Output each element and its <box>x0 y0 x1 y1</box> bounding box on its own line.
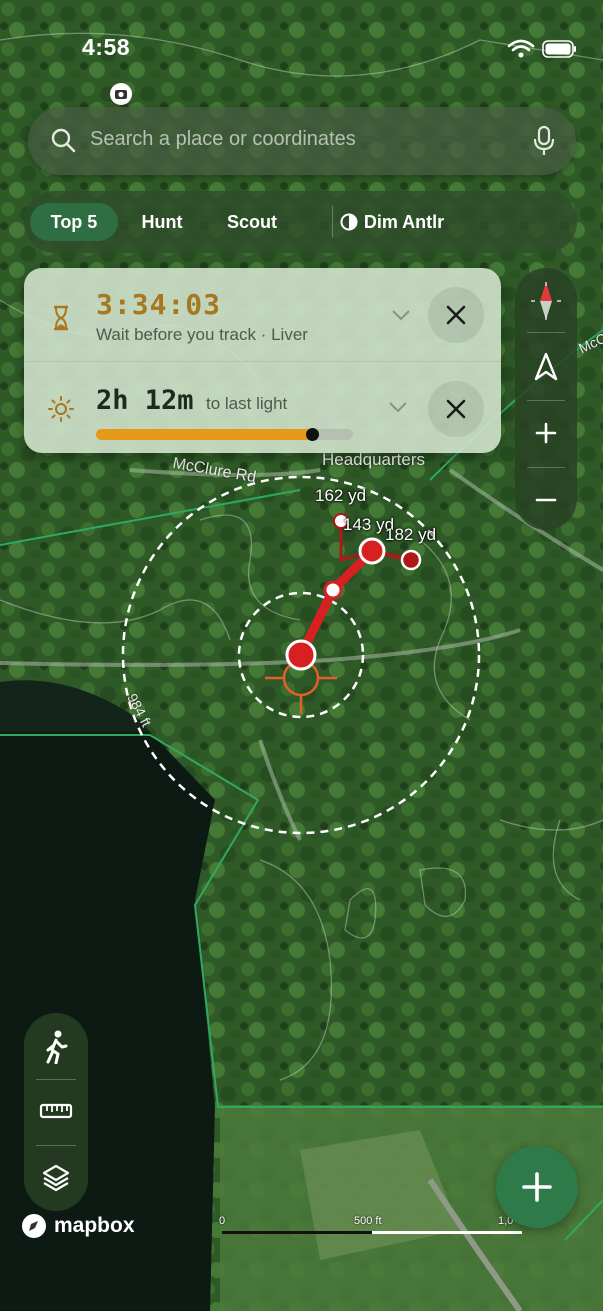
last-light-progress-marker <box>305 428 319 441</box>
scale-start-label: 0 <box>219 1215 226 1227</box>
dismiss-last-light-button[interactable] <box>428 381 484 437</box>
tab-scout[interactable]: Scout <box>210 203 294 241</box>
map-tools <box>24 1013 88 1211</box>
tracking-panel: 3:34:03 Wait before you track · Liver 2h… <box>24 268 501 453</box>
track-waypoint[interactable] <box>400 549 422 571</box>
mapbox-icon <box>22 1214 46 1238</box>
track-distance-label: 182 yd <box>385 525 437 544</box>
search-input[interactable]: Search a place or coordinates <box>90 128 356 151</box>
layers-icon[interactable] <box>41 1163 71 1193</box>
track-distance-label: 162 yd <box>315 486 367 505</box>
status-time: 4:58 <box>82 34 131 60</box>
wifi-icon <box>507 39 535 58</box>
chevron-down-icon[interactable] <box>387 400 409 414</box>
track-waypoint[interactable] <box>323 580 343 600</box>
sun-icon <box>48 396 74 422</box>
zoom-out-button[interactable] <box>534 488 558 512</box>
walking-icon[interactable] <box>42 1030 70 1064</box>
place-label: Headquarters <box>322 450 426 469</box>
tab-dim-antlr[interactable]: Dim Antlr <box>336 203 448 241</box>
tab-dim-antlr-label: Dim Antlr <box>363 212 445 232</box>
last-light-progress-bar <box>96 428 353 441</box>
track-wait-timer: 3:34:03 <box>96 288 222 321</box>
status-icons <box>507 39 576 58</box>
scale-mid-label: 500 ft <box>354 1215 382 1227</box>
tab-top-5[interactable]: Top 5 <box>30 203 118 241</box>
close-icon <box>446 399 466 419</box>
last-light-suffix: to last light <box>206 394 288 413</box>
tab-hunt[interactable]: Hunt <box>124 203 200 241</box>
tab-divider <box>332 206 333 238</box>
hourglass-icon <box>54 305 68 331</box>
compass-icon[interactable] <box>529 278 563 324</box>
close-icon <box>446 305 466 325</box>
panel-divider <box>24 361 501 362</box>
ruler-icon[interactable] <box>39 1101 73 1121</box>
microphone-icon[interactable] <box>532 125 556 157</box>
mapbox-logo[interactable]: mapbox <box>20 1212 135 1240</box>
add-button[interactable] <box>496 1146 578 1228</box>
last-light-remaining: 2h 12m <box>96 385 194 416</box>
track-waypoint[interactable] <box>358 537 386 565</box>
camera-pin-icon[interactable] <box>110 83 132 105</box>
battery-icon <box>542 40 576 58</box>
search-icon <box>51 128 76 153</box>
track-wait-subtitle: Wait before you track · Liver <box>96 325 308 344</box>
search-bar[interactable]: Search a place or coordinates <box>28 107 576 175</box>
navigation-arrow-icon[interactable] <box>533 352 559 382</box>
mapbox-wordmark: mapbox <box>54 1214 135 1237</box>
dismiss-timer-button[interactable] <box>428 287 484 343</box>
contrast-icon <box>340 213 358 231</box>
map-controls <box>515 268 577 530</box>
plus-icon <box>522 1172 552 1202</box>
zoom-in-button[interactable] <box>534 421 558 445</box>
filter-tabs: Top 5 Hunt Scout Dim Antlr <box>24 191 577 253</box>
chevron-down-icon[interactable] <box>390 308 412 322</box>
last-light-minutes: 12m <box>144 385 194 416</box>
last-light-hours: 2h <box>96 385 129 416</box>
last-light-progress-fill <box>96 429 312 440</box>
